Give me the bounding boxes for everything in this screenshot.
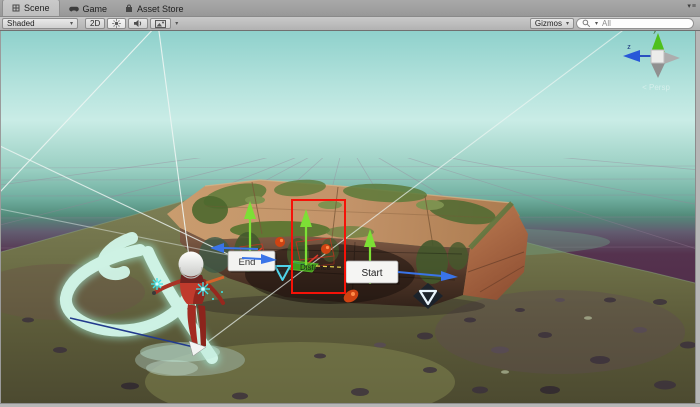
tab-asset-store-label: Asset Store <box>137 3 184 14</box>
effects-dropdown-caret[interactable]: ▾ <box>173 20 180 27</box>
gizmo-center-cube[interactable] <box>650 49 665 64</box>
gizmos-dropdown[interactable]: Gizmos ▾ <box>529 18 574 29</box>
image-effects-icon <box>155 19 167 28</box>
grid-icon <box>12 4 20 12</box>
toggle-2d-button[interactable]: 2D <box>85 18 106 29</box>
window-bottom-edge <box>0 403 700 407</box>
store-bag-icon <box>125 4 133 13</box>
window-right-edge <box>695 31 700 403</box>
unity-scene-window: Scene Game Asset Store ▾≡ Shaded ▾ 2D ▾ … <box>0 0 700 407</box>
lighting-toggle-button[interactable] <box>107 18 127 29</box>
scene-toolbar: Shaded ▾ 2D ▾ Gizmos ▾ ▾ All <box>0 17 700 31</box>
effects-toggle-button[interactable] <box>150 18 172 29</box>
sun-icon <box>112 19 121 28</box>
search-icon <box>582 19 591 28</box>
z-axis-label: z <box>627 44 631 51</box>
camera-projection-label[interactable]: < Persp <box>642 83 670 92</box>
waypoint-end-label[interactable]: End <box>227 250 277 273</box>
y-axis-label: y <box>653 31 657 34</box>
scene-3d-viewport[interactable]: Distance End Start z < Persp <box>1 31 695 403</box>
draw-mode-label: Shaded <box>7 19 35 28</box>
search-filter-caret[interactable]: ▾ <box>593 20 600 27</box>
svg-text:Start: Start <box>361 268 382 279</box>
speaker-icon <box>133 19 143 28</box>
tab-game-label: Game <box>82 3 108 14</box>
waypoint-start-label[interactable]: Start <box>345 260 400 285</box>
chevron-down-icon: ▾ <box>565 21 569 27</box>
tab-scene[interactable]: Scene <box>2 0 60 16</box>
audio-toggle-button[interactable] <box>128 18 149 29</box>
tab-asset-store[interactable]: Asset Store <box>116 1 193 16</box>
tab-scene-label: Scene <box>24 3 50 13</box>
scene-search-input[interactable]: ▾ All <box>576 18 694 29</box>
tab-options-menu-icon[interactable]: ▾≡ <box>687 2 697 10</box>
gizmos-label: Gizmos <box>534 19 562 28</box>
gamepad-icon <box>68 5 79 13</box>
tab-bar: Scene Game Asset Store ▾≡ <box>0 0 700 17</box>
search-placeholder: All <box>602 19 611 28</box>
chevron-down-icon: ▾ <box>69 21 73 27</box>
tab-game[interactable]: Game <box>60 1 117 16</box>
draw-mode-dropdown[interactable]: Shaded ▾ <box>2 18 78 29</box>
distance-label: Distance <box>300 263 332 272</box>
